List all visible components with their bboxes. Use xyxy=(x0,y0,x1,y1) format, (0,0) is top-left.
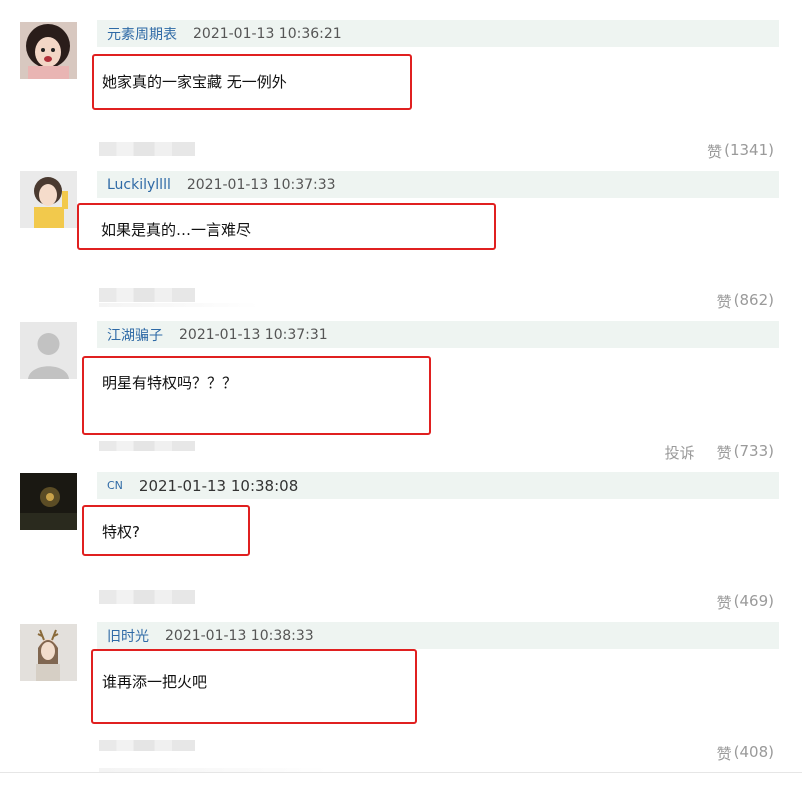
like-count: (862) xyxy=(733,291,774,309)
like-button[interactable]: 赞 (469) xyxy=(717,592,774,613)
comment-actions: 赞 (408) xyxy=(717,743,774,764)
avatar[interactable] xyxy=(20,322,77,379)
blurred-reply-area xyxy=(99,441,195,451)
username-link[interactable]: CN xyxy=(107,479,123,492)
comment-timestamp: 2021-01-13 10:37:33 xyxy=(186,176,336,193)
comment-meta-bar: 江湖骗子 2021-01-13 10:37:31 xyxy=(97,321,779,348)
like-count: (469) xyxy=(733,592,774,610)
avatar[interactable] xyxy=(20,22,77,79)
comment-meta-bar: 元素周期表 2021-01-13 10:36:21 xyxy=(97,20,779,47)
like-label: 赞 xyxy=(716,293,732,311)
username-link[interactable]: 江湖骗子 xyxy=(107,325,163,345)
comment-text: 如果是真的…一言难尽 xyxy=(101,221,252,239)
comment-actions: 赞 (1341) xyxy=(707,141,774,162)
username-link[interactable]: Luckilyllll xyxy=(107,177,171,193)
comment-text: 明星有特权吗？？？ xyxy=(102,374,238,392)
comment-meta-bar: 旧时光 2021-01-13 10:38:33 xyxy=(97,622,779,649)
like-button[interactable]: 赞 (408) xyxy=(717,743,774,764)
comment-text: 她家真的一家宝藏 无一例外 xyxy=(102,73,287,91)
comment-timestamp: 2021-01-13 10:37:31 xyxy=(179,326,328,343)
blurred-reply-area xyxy=(99,740,195,751)
comment-actions: 赞 (469) xyxy=(717,592,774,613)
comment-meta-bar: Luckilyllll 2021-01-13 10:37:33 xyxy=(97,171,779,198)
avatar[interactable] xyxy=(20,624,77,681)
comment-meta-bar: CN 2021-01-13 10:38:08 xyxy=(97,472,779,499)
blurred-reply-area xyxy=(99,142,195,156)
comment-content-highlight: 明星有特权吗？？？ xyxy=(82,356,431,435)
comment-text: 特权? xyxy=(102,523,140,541)
username-link[interactable]: 元素周期表 xyxy=(107,24,177,44)
blurred-reply-area xyxy=(99,590,195,604)
divider xyxy=(0,772,802,773)
comment-content-highlight: 特权? xyxy=(82,505,250,556)
comment-content-highlight: 如果是真的…一言难尽 xyxy=(77,203,496,250)
like-button[interactable]: 赞 (1341) xyxy=(707,141,774,162)
like-count: (1341) xyxy=(724,141,774,159)
avatar[interactable] xyxy=(20,171,77,228)
like-label: 赞 xyxy=(716,444,732,462)
like-label: 赞 xyxy=(716,594,732,612)
username-link[interactable]: 旧时光 xyxy=(107,626,149,646)
like-label: 赞 xyxy=(707,143,723,161)
like-count: (408) xyxy=(733,743,774,761)
comment-timestamp: 2021-01-13 10:38:33 xyxy=(165,627,314,644)
like-button[interactable]: 赞 (733) xyxy=(717,442,774,463)
comment-actions: 投诉 赞 (733) xyxy=(665,442,774,463)
comment-actions: 赞 (862) xyxy=(717,291,774,312)
report-button[interactable]: 投诉 xyxy=(665,442,695,463)
blurred-reply-strip xyxy=(99,303,259,307)
comment-timestamp: 2021-01-13 10:38:08 xyxy=(138,476,299,495)
comment-timestamp: 2021-01-13 10:36:21 xyxy=(193,25,342,42)
comment-content-highlight: 她家真的一家宝藏 无一例外 xyxy=(92,54,412,110)
comment-text: 谁再添一把火吧 xyxy=(102,673,208,691)
like-label: 赞 xyxy=(716,745,732,763)
avatar[interactable] xyxy=(20,473,77,530)
blurred-reply-area xyxy=(99,288,195,302)
like-button[interactable]: 赞 (862) xyxy=(717,291,774,312)
like-count: (733) xyxy=(733,442,774,460)
comment-content-highlight: 谁再添一把火吧 xyxy=(91,649,417,724)
